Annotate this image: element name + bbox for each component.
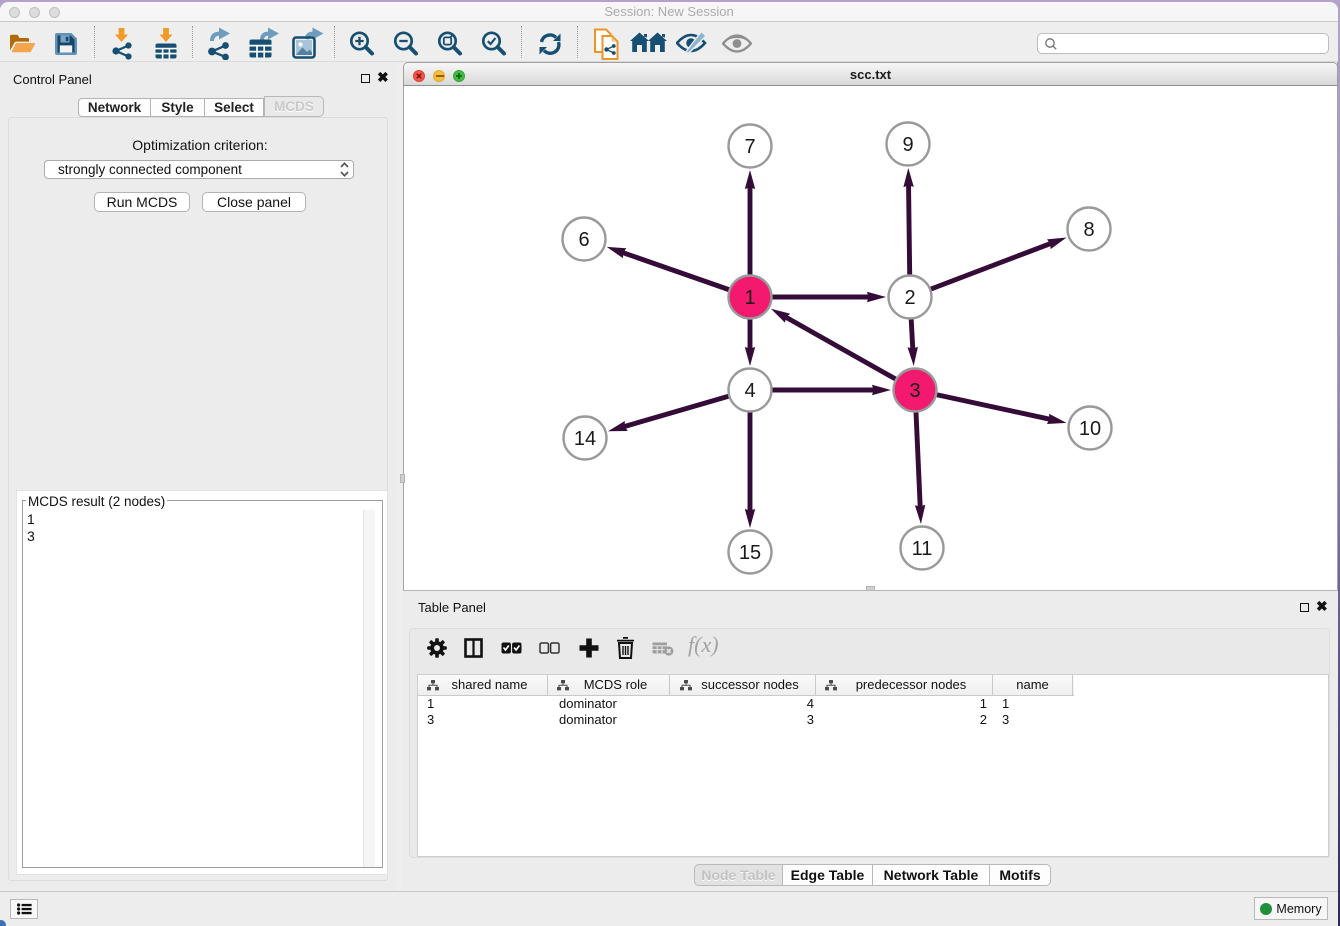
svg-text:4: 4: [744, 380, 755, 402]
svg-text:7: 7: [744, 136, 755, 158]
svg-text:9: 9: [902, 134, 913, 156]
svg-text:14: 14: [574, 428, 596, 450]
svg-text:11: 11: [912, 538, 933, 560]
svg-text:8: 8: [1083, 219, 1094, 241]
svg-text:10: 10: [1079, 418, 1101, 440]
svg-text:15: 15: [739, 542, 761, 564]
svg-text:3: 3: [909, 380, 920, 402]
svg-text:6: 6: [578, 229, 589, 251]
svg-text:2: 2: [904, 287, 915, 309]
svg-text:1: 1: [744, 287, 755, 309]
